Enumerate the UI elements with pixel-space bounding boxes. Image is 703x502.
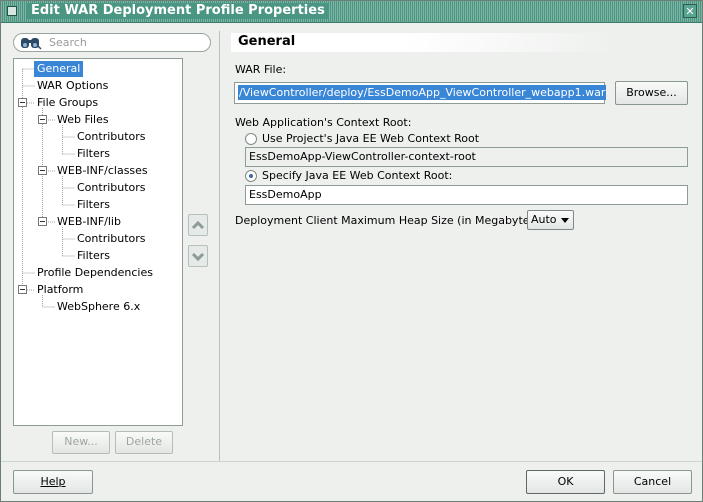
- delete-button[interactable]: Delete: [115, 431, 173, 454]
- context-root-label: Web Application's Context Root:: [235, 116, 412, 129]
- dialog-window: Edit WAR Deployment Profile Properties ✕…: [0, 0, 703, 502]
- tree-item-websphere[interactable]: WebSphere 6.x: [57, 299, 140, 315]
- tree-item-profile-dependencies[interactable]: Profile Dependencies: [37, 265, 153, 281]
- tree-item-file-groups[interactable]: File Groups: [37, 95, 98, 111]
- navigation-tree[interactable]: General WAR Options File Groups Web File…: [13, 58, 183, 426]
- tree-item-classes-filters[interactable]: Filters: [77, 197, 110, 213]
- ok-button-label: OK: [557, 475, 574, 488]
- tree-item-web-files[interactable]: Web Files: [57, 112, 109, 128]
- expand-toggle-web-inf-lib[interactable]: [38, 217, 47, 226]
- specify-root-label[interactable]: Specify Java EE Web Context Root:: [262, 169, 452, 182]
- heap-size-value: Auto: [531, 213, 557, 226]
- expand-toggle-platform[interactable]: [18, 285, 27, 294]
- use-project-root-radio[interactable]: [245, 133, 257, 145]
- close-icon[interactable]: ✕: [683, 4, 697, 18]
- tree-item-platform[interactable]: Platform: [37, 282, 83, 298]
- title-bar[interactable]: Edit WAR Deployment Profile Properties ✕: [1, 1, 702, 23]
- specify-root-radio[interactable]: [245, 170, 257, 182]
- help-button[interactable]: Help: [13, 470, 93, 494]
- window-title: Edit WAR Deployment Profile Properties: [27, 3, 329, 19]
- move-up-button[interactable]: [188, 214, 208, 236]
- project-root-field: EssDemoApp-ViewController-context-root: [245, 147, 688, 167]
- chevron-down-icon: [191, 252, 205, 262]
- expand-toggle-web-inf-classes[interactable]: [38, 166, 47, 175]
- tree-item-web-files-contributors[interactable]: Contributors: [77, 129, 146, 145]
- use-project-root-label[interactable]: Use Project's Java EE Web Context Root: [262, 132, 479, 145]
- footer-separator: [1, 461, 702, 462]
- search-input[interactable]: Search: [13, 33, 211, 52]
- specify-root-input[interactable]: EssDemoApp: [245, 185, 688, 205]
- delete-button-label: Delete: [125, 435, 163, 448]
- tree-item-lib-contributors[interactable]: Contributors: [77, 231, 146, 247]
- tree-item-web-inf-lib[interactable]: WEB-INF/lib: [57, 214, 121, 230]
- tree-item-classes-contributors[interactable]: Contributors: [77, 180, 146, 196]
- tree-item-lib-filters[interactable]: Filters: [77, 248, 110, 264]
- panel-title: General: [238, 34, 296, 49]
- expand-toggle-web-files[interactable]: [38, 115, 47, 124]
- new-button[interactable]: New...: [52, 431, 110, 454]
- new-button-label: New...: [64, 435, 98, 448]
- window-menu-icon[interactable]: [7, 6, 17, 16]
- chevron-down-icon: [561, 218, 569, 223]
- ok-button[interactable]: OK: [526, 470, 605, 494]
- help-button-label: Help: [40, 475, 66, 488]
- move-down-button[interactable]: [188, 245, 208, 267]
- cancel-button[interactable]: Cancel: [613, 470, 692, 494]
- binoculars-icon: [21, 38, 42, 50]
- tree-item-web-inf-classes[interactable]: WEB-INF/classes: [57, 163, 148, 179]
- search-placeholder: Search: [49, 36, 87, 49]
- heap-size-label: Deployment Client Maximum Heap Size (in …: [235, 214, 544, 227]
- tree-item-war-options[interactable]: WAR Options: [37, 78, 108, 94]
- war-file-label: WAR File:: [235, 63, 287, 76]
- war-file-input[interactable]: /ViewController/deploy/EssDemoApp_ViewCo…: [234, 82, 607, 104]
- expand-toggle-file-groups[interactable]: [18, 98, 27, 107]
- tree-item-web-files-filters[interactable]: Filters: [77, 146, 110, 162]
- chevron-up-icon: [191, 220, 205, 230]
- cancel-button-label: Cancel: [633, 475, 672, 488]
- browse-button[interactable]: Browse...: [615, 81, 688, 105]
- heap-size-select[interactable]: Auto: [527, 210, 574, 230]
- browse-button-label: Browse...: [626, 86, 677, 99]
- war-file-value: /ViewController/deploy/EssDemoApp_ViewCo…: [238, 85, 607, 100]
- panel-divider[interactable]: [219, 31, 220, 461]
- tree-item-general[interactable]: General: [34, 61, 84, 77]
